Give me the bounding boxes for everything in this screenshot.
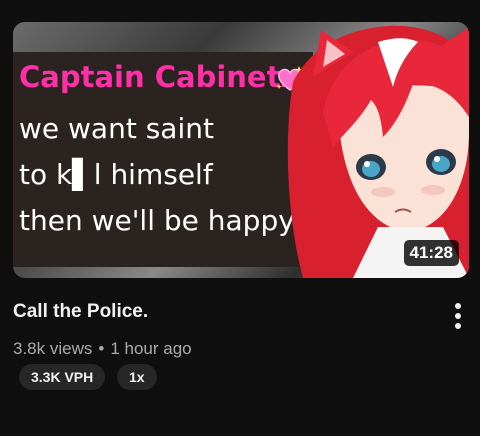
thumbnail-caption-line: we want saint (19, 112, 214, 145)
view-count: 3.8k views (13, 339, 93, 358)
speed-badge: 1x (117, 364, 157, 390)
video-thumbnail[interactable]: Captain Cabinetz we want saint to k▌l hi… (13, 22, 469, 278)
video-metadata: 3.8k views • 1 hour ago (13, 339, 192, 359)
upload-age: 1 hour ago (110, 339, 192, 358)
video-card[interactable]: Captain Cabinetz we want saint to k▌l hi… (0, 0, 480, 436)
menu-dot (455, 323, 461, 329)
meta-separator: • (98, 339, 105, 358)
more-vert-icon[interactable] (447, 300, 469, 332)
video-title[interactable]: Call the Police. (13, 301, 148, 323)
thumbnail-caption-name: Captain Cabinetz (19, 60, 298, 94)
menu-dot (455, 313, 461, 319)
vph-badge: 3.3K VPH (19, 364, 106, 390)
duration-badge: 41:28 (403, 240, 459, 266)
thumbnail-caption-line: to k▌l himself (19, 158, 213, 191)
menu-dot (455, 303, 461, 309)
thumbnail-caption-line: then we'll be happy (19, 204, 295, 237)
